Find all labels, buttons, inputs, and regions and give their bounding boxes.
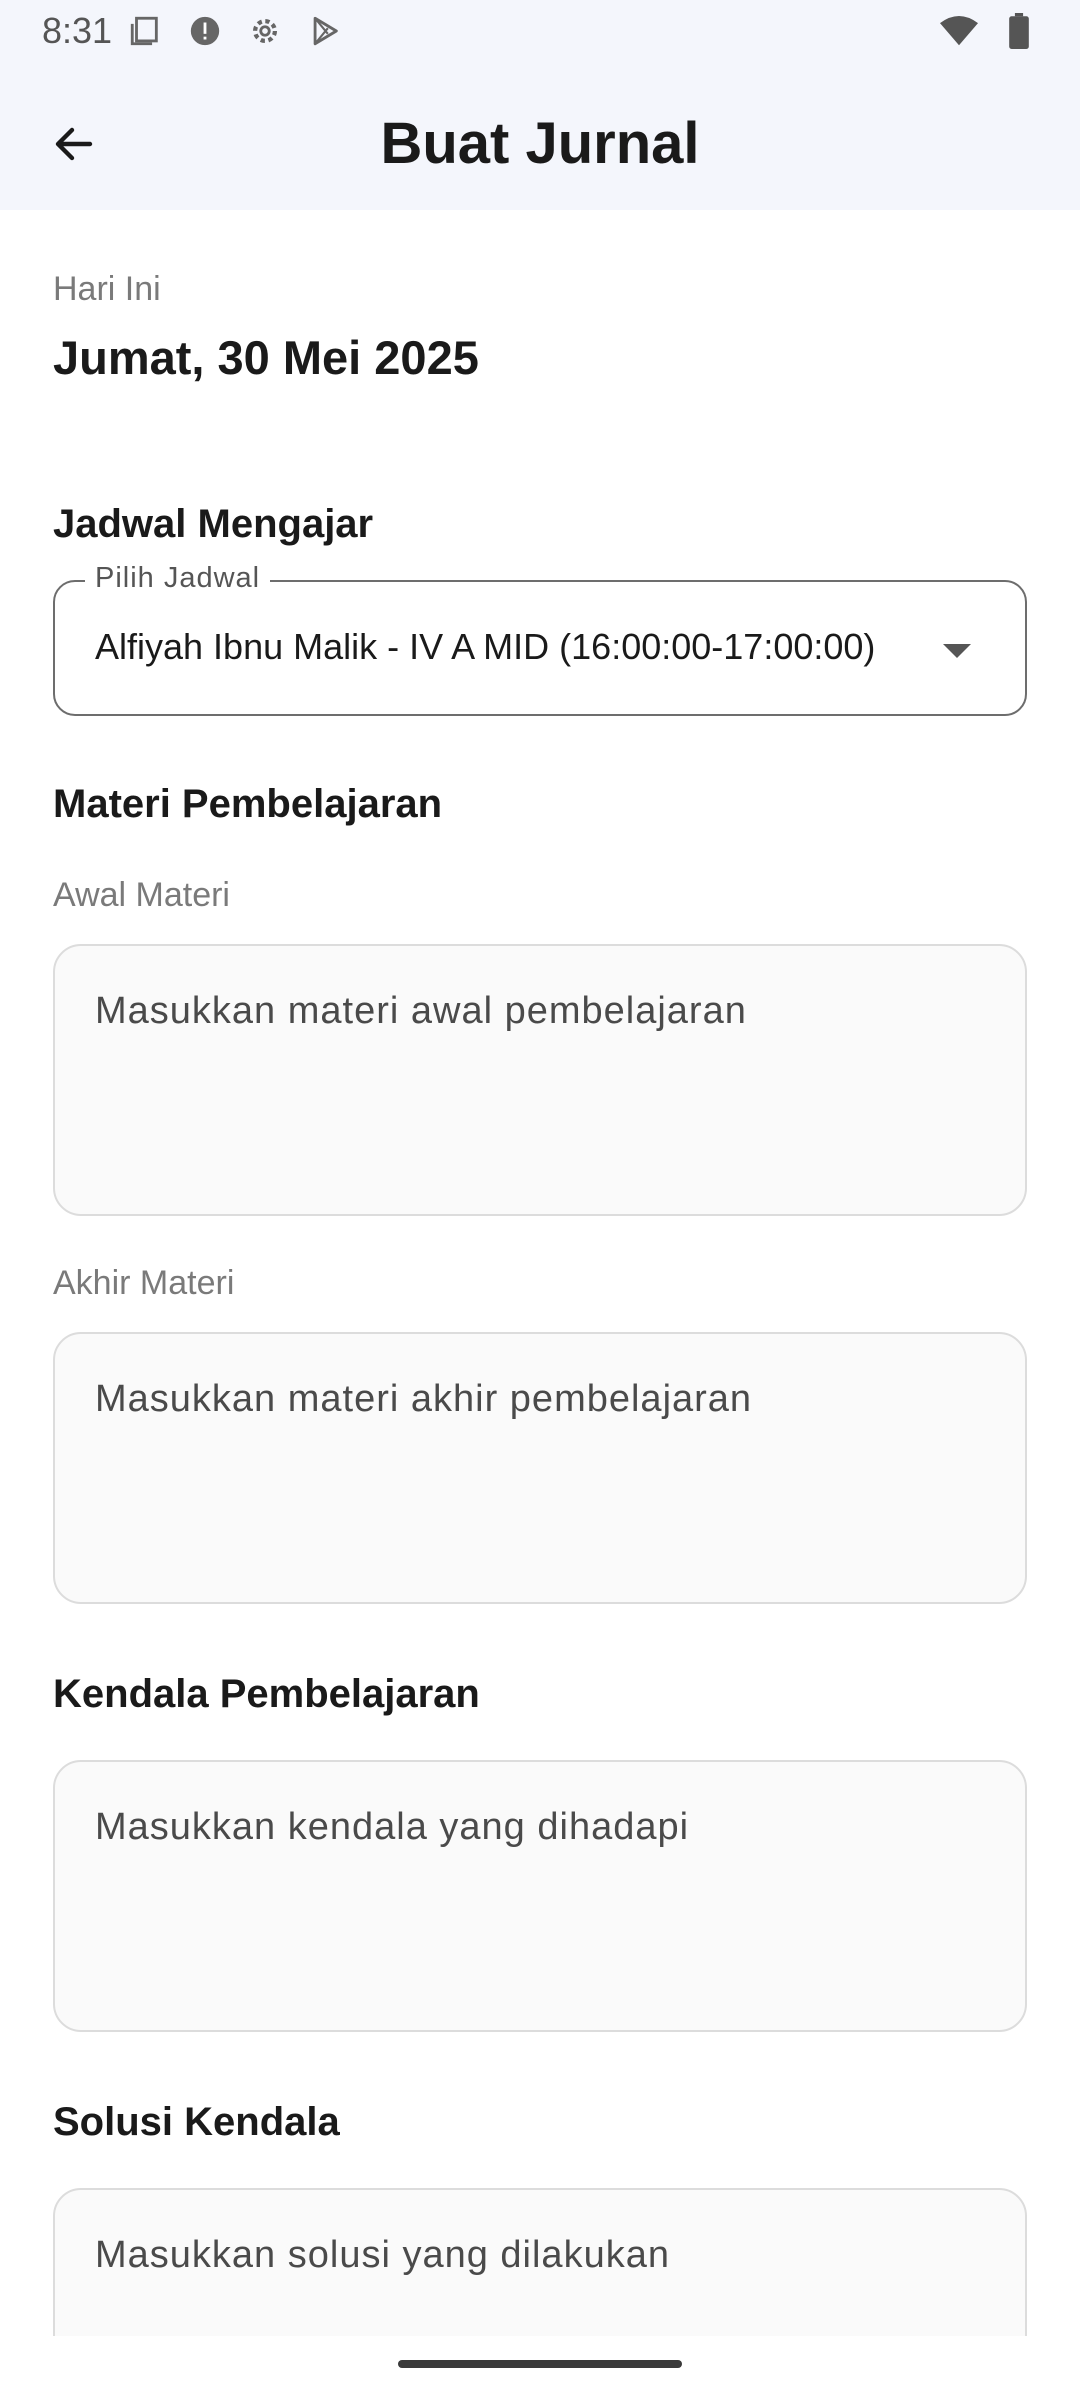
dropdown-arrow-icon <box>943 644 971 658</box>
schedule-selected-value: Alfiyah Ibnu Malik - IV A MID (16:00:00-… <box>95 626 876 667</box>
status-icons-right <box>940 12 1038 50</box>
status-time: 8:31 <box>42 10 113 51</box>
obstacles-section-title: Kendala Pembelajaran <box>53 1672 480 1716</box>
back-button[interactable] <box>30 100 118 188</box>
home-indicator[interactable] <box>398 2360 682 2368</box>
arrow-back-icon <box>55 127 93 161</box>
app-bar: Buat Jurnal <box>0 62 1080 210</box>
schedule-section-title: Jadwal Mengajar <box>53 502 374 546</box>
page-title: Buat Jurnal <box>380 111 700 176</box>
schedule-dropdown[interactable]: Pilih Jadwal Alfiyah Ibnu Malik - IV A M… <box>53 562 1027 716</box>
status-bar: 8:31 <box>0 0 1080 62</box>
today-date: Jumat, 30 Mei 2025 <box>53 331 479 384</box>
status-icons-left <box>126 12 344 50</box>
screenshot-icon <box>126 12 164 50</box>
solutions-section-title: Solusi Kendala <box>53 2100 340 2144</box>
end-material-input[interactable] <box>53 1332 1027 1604</box>
obstacles-input[interactable] <box>53 1760 1027 2032</box>
start-material-label: Awal Materi <box>53 876 230 914</box>
today-label: Hari Ini <box>53 270 161 308</box>
end-material-label: Akhir Materi <box>53 1264 235 1302</box>
materials-section-title: Materi Pembelajaran <box>53 782 443 826</box>
wifi-icon <box>940 12 978 50</box>
alert-icon <box>186 12 224 50</box>
schedule-dropdown-label: Pilih Jadwal <box>85 562 271 595</box>
battery-icon <box>1000 12 1038 50</box>
navigation-bar <box>0 2336 1080 2400</box>
start-material-input[interactable] <box>53 944 1027 1216</box>
play-store-icon <box>306 12 344 50</box>
settings-icon <box>246 12 284 50</box>
